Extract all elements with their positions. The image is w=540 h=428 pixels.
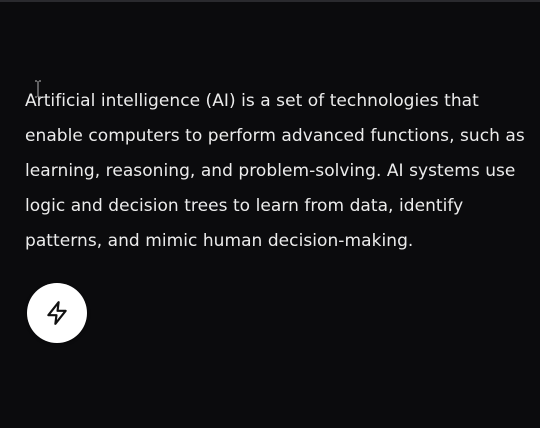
text-cursor-icon — [35, 80, 41, 98]
top-divider — [0, 0, 540, 2]
lightning-icon — [47, 301, 67, 325]
page: Artificial intelligence (AI) is a set of… — [0, 0, 540, 428]
lightning-action-button[interactable] — [27, 283, 87, 343]
article-paragraph: Artificial intelligence (AI) is a set of… — [25, 91, 525, 251]
